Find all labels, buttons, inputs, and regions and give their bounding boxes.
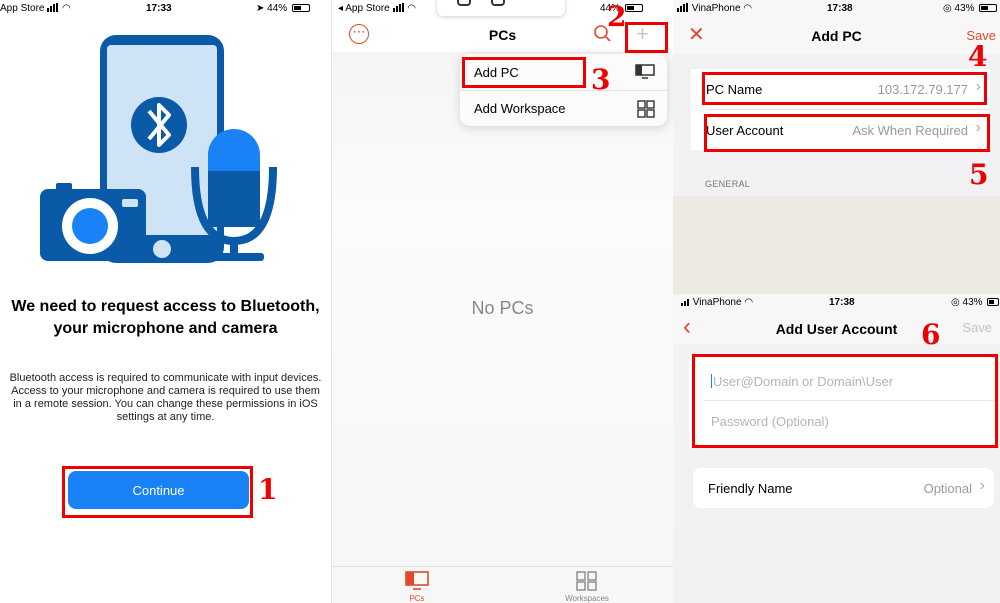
section-header-general: GENERAL [705, 179, 751, 189]
carrier-name: VinaPhone [691, 3, 741, 14]
carrier-name: VinaPhone [692, 297, 742, 308]
annotation-highlight-add-button [625, 22, 668, 53]
permission-heading: We need to request access to Bluetooth, … [11, 298, 320, 337]
status-time: 17:38 [827, 3, 853, 14]
status-time: 17:33 [146, 3, 172, 14]
navigation-bar: ‹ Add User Account Save [673, 312, 1000, 344]
location-icon: ➤ [256, 3, 265, 14]
page-title: Add PC [811, 28, 862, 44]
signal-icon [677, 3, 689, 15]
annotation-highlight-add-pc [462, 57, 586, 88]
permissions-screen: App Store ◠ 17:33 ➤ 44% We need to reque… [0, 0, 331, 603]
bluetooth-icon [131, 97, 187, 153]
back-to-app-store[interactable]: ◂ App Store [338, 3, 390, 14]
desktop-icon [405, 571, 429, 590]
tab-workspaces[interactable]: Workspaces [547, 571, 627, 603]
bluetooth-permission-illustration [40, 35, 277, 263]
chevron-right-icon: › [979, 477, 985, 494]
dimmed-background [673, 196, 1000, 294]
battery-percent: 43% [962, 297, 983, 308]
pcs-list-area: No PCs [332, 52, 673, 566]
battery-percent: 43% [954, 3, 975, 14]
status-time: 17:38 [829, 297, 855, 308]
signal-icon [392, 3, 405, 15]
battery-icon [987, 298, 1000, 306]
step-marker: 1 [258, 473, 278, 506]
status-bar: VinaPhone ◠ 17:38 ◎ 43% [673, 294, 1000, 312]
save-button[interactable]: Save [962, 320, 992, 335]
back-to-app-store[interactable]: App Store [0, 3, 44, 14]
wifi-icon: ◠ [62, 3, 71, 14]
battery-icon [979, 4, 998, 12]
signal-icon [47, 3, 59, 15]
annotation-highlight-user-account [704, 114, 990, 152]
camera-icon [40, 183, 146, 261]
permission-description: Bluetooth access is required to communic… [9, 372, 322, 423]
friendly-name-row[interactable]: Friendly Name Optional › [693, 468, 994, 508]
annotation-highlight-credentials [692, 354, 998, 448]
pcs-screen: ◂ App Store ◠ 44% ⋯ PCs + No PCs Add PC [331, 0, 673, 603]
annotation-highlight-pc-name [702, 72, 987, 105]
battery-icon [624, 4, 643, 12]
menu-item-add-workspace[interactable]: Add Workspace [460, 90, 667, 126]
step-marker: 3 [591, 63, 611, 96]
annotation-highlight-continue [62, 466, 253, 518]
step-marker: 6 [921, 318, 941, 351]
location-icon: ◎ [951, 297, 960, 308]
desktop-icon [635, 64, 655, 79]
add-user-account-screen: VinaPhone ◠ 17:38 ◎ 43% ‹ Add User Accou… [673, 294, 1000, 603]
step-marker: 4 [968, 40, 988, 73]
tab-pcs[interactable]: PCs [377, 571, 457, 603]
status-bar: App Store ◠ 17:33 ➤ 44% [0, 0, 331, 18]
tab-bar: PCs Workspaces [332, 566, 673, 603]
status-bar: VinaPhone ◠ 17:38 ◎ 43% [673, 0, 1000, 18]
page-title: Add User Account [775, 321, 898, 337]
signal-icon [681, 298, 690, 309]
workspace-icon [637, 100, 655, 118]
wifi-icon: ◠ [744, 297, 754, 308]
friendly-name-value: Optional [923, 481, 972, 496]
wifi-icon: ◠ [407, 3, 417, 14]
add-pc-screen: VinaPhone ◠ 17:38 ◎ 43% ✕ Add PC Save PC… [673, 0, 1000, 603]
step-marker: 5 [969, 158, 989, 191]
location-icon: ◎ [943, 3, 952, 14]
step-marker: 2 [607, 0, 627, 33]
battery-icon [291, 4, 310, 12]
wifi-icon: ◠ [743, 3, 753, 14]
popup-preview [437, 0, 565, 16]
workspace-icon [576, 571, 597, 591]
battery-percent: 44% [267, 3, 288, 14]
navigation-bar: ✕ Add PC Save [673, 18, 1000, 54]
empty-state-text: No PCs [471, 298, 534, 318]
